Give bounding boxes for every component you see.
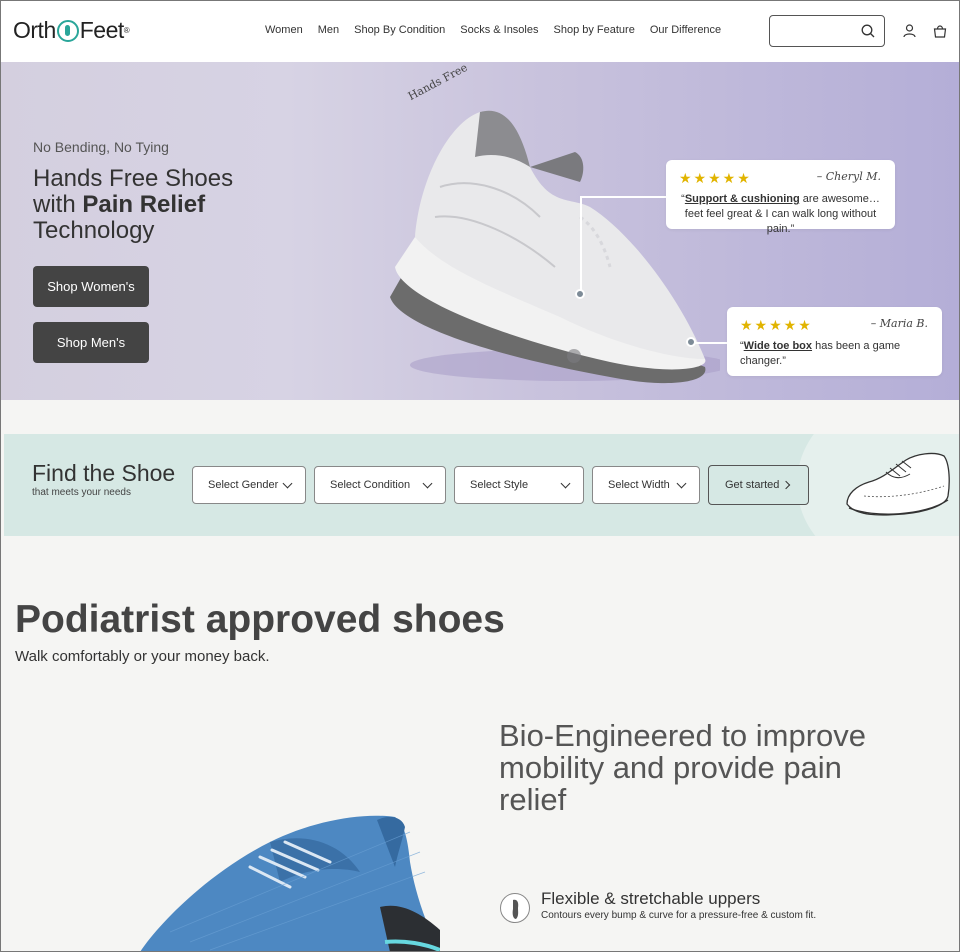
get-started-label: Get started <box>725 479 780 491</box>
review-text: “Wide toe box has been a game changer.” <box>740 339 929 369</box>
select-width-label: Select Width <box>608 479 670 491</box>
review-pin-1 <box>575 289 585 299</box>
bio-engineered-heading: Bio-Engineered to improve mobility and p… <box>499 718 867 817</box>
feature-description: Contours every bump & curve for a pressu… <box>541 910 817 921</box>
chevron-down-icon <box>560 478 571 489</box>
nav-women[interactable]: Women <box>265 24 303 36</box>
finder-subtitle: that meets your needs <box>32 487 131 498</box>
review-card-cheryl: ★★★★★ – Cheryl M. “Support & cushioning … <box>666 160 895 235</box>
hero-title: Hands Free Shoes with Pain Relief Techno… <box>33 166 273 244</box>
hero-banner: No Bending, No Tying Hands Free Shoes wi… <box>0 62 960 400</box>
nav-our-difference[interactable]: Our Difference <box>650 24 721 36</box>
shoe-sketch-icon <box>846 452 950 516</box>
blue-sneaker-image <box>140 815 440 952</box>
review-pointer-line-2 <box>692 342 728 344</box>
select-style[interactable]: Select Style <box>454 466 584 504</box>
select-width[interactable]: Select Width <box>592 466 700 504</box>
logo-text-left: Orth <box>13 17 56 43</box>
hero-title-end: Technology <box>33 217 155 244</box>
section-subheading: Walk comfortably or your money back. <box>15 648 270 665</box>
shop-mens-button[interactable]: Shop Men's <box>33 322 149 363</box>
logo-text-right: Feet <box>79 17 125 43</box>
review-author: – Cheryl M. <box>816 170 881 183</box>
review-highlight: Wide toe box <box>743 340 813 352</box>
select-style-label: Select Style <box>470 479 529 491</box>
select-gender[interactable]: Select Gender <box>192 466 306 504</box>
hero-title-bold: Pain Relief <box>82 191 206 218</box>
review-author: – Maria B. <box>870 317 928 330</box>
select-condition-label: Select Condition <box>330 479 411 491</box>
review-pin-2 <box>686 337 696 347</box>
logo-registered-mark: ® <box>123 26 130 35</box>
shoe-finder: Find the Shoe that meets your needs Sele… <box>4 434 960 536</box>
foot-logo-icon <box>56 19 79 42</box>
feature-title: Flexible & stretchable uppers <box>541 889 761 908</box>
shop-womens-button[interactable]: Shop Women's <box>33 266 149 307</box>
main-nav: Women Men Shop By Condition Socks & Inso… <box>265 24 721 36</box>
nav-men[interactable]: Men <box>318 24 339 36</box>
hands-free-shoe-image <box>390 110 720 384</box>
review-pointer-line-1 <box>581 196 667 198</box>
section-heading: Podiatrist approved shoes <box>15 598 505 641</box>
bag-icon[interactable] <box>933 24 947 38</box>
nav-shop-by-condition[interactable]: Shop By Condition <box>354 24 445 36</box>
review-pointer-line-1b <box>580 196 582 291</box>
chevron-down-icon <box>422 478 433 489</box>
flexible-upper-icon <box>500 893 530 923</box>
chevron-down-icon <box>676 478 687 489</box>
orthofeet-logo[interactable]: Orth Feet ® <box>13 17 130 44</box>
chevron-down-icon <box>282 478 293 489</box>
review-highlight: Support & cushioning <box>684 193 800 205</box>
finder-title: Find the Shoe <box>32 460 176 486</box>
search-icon[interactable] <box>861 24 875 38</box>
site-header: Orth Feet ® Women Men Shop By Condition … <box>0 0 960 62</box>
hero-eyebrow: No Bending, No Tying <box>33 139 169 155</box>
chevron-right-icon <box>781 480 791 490</box>
get-started-button[interactable]: Get started <box>708 465 809 505</box>
search-input[interactable] <box>769 15 885 47</box>
nav-shop-by-feature[interactable]: Shop by Feature <box>554 24 635 36</box>
select-condition[interactable]: Select Condition <box>314 466 446 504</box>
nav-socks-insoles[interactable]: Socks & Insoles <box>460 24 538 36</box>
review-card-maria: ★★★★★ – Maria B. “Wide toe box has been … <box>727 307 942 376</box>
select-gender-label: Select Gender <box>208 479 279 491</box>
user-icon[interactable] <box>903 24 916 38</box>
review-text: “Support & cushioning are awesome…feet f… <box>679 192 882 237</box>
